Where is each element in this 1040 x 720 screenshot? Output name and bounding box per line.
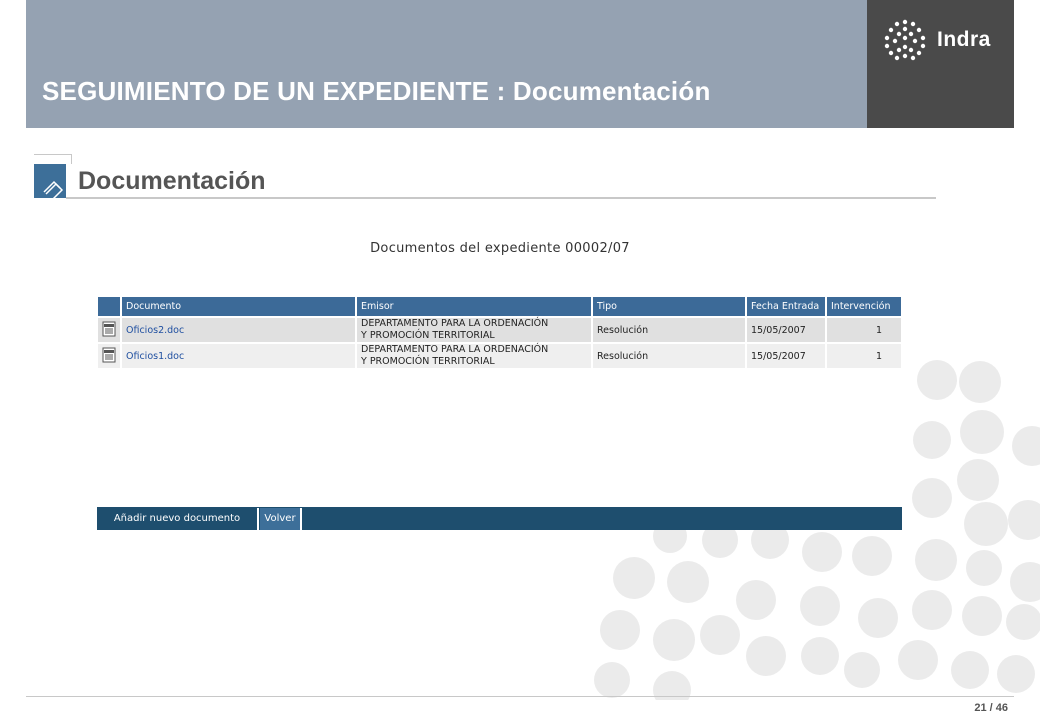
emisor-line: DEPARTAMENTO PARA LA ORDENACIÓN (361, 344, 549, 355)
diamond-icon (43, 180, 64, 201)
decorative-dots (594, 360, 1040, 700)
logo: Indra (867, 0, 1014, 128)
column-header-documento[interactable]: Documento (122, 297, 355, 318)
emisor-line: Y PROMOCIÓN TERRITORIAL (361, 356, 495, 367)
documento-cell[interactable]: Oficios2.doc (122, 318, 355, 344)
table-header-row: Documento Emisor Tipo Fecha Entrada Inte… (98, 297, 901, 318)
footer-divider (26, 696, 1014, 697)
tipo-cell: Resolución (593, 318, 745, 344)
emisor-cell: DEPARTAMENTO PARA LA ORDENACIÓN Y PROMOC… (357, 318, 591, 344)
section-title: Documentación (78, 167, 266, 195)
column-header-tipo[interactable]: Tipo (593, 297, 745, 318)
column-header-fecha-entrada[interactable]: Fecha Entrada (747, 297, 825, 318)
document-link[interactable]: Oficios1.doc (126, 351, 184, 362)
indra-logo-icon (884, 19, 926, 61)
document-icon[interactable] (102, 347, 116, 363)
emisor-cell: DEPARTAMENTO PARA LA ORDENACIÓN Y PROMOC… (357, 344, 591, 370)
column-header-intervencion[interactable]: Intervención (827, 297, 901, 318)
emisor-line: DEPARTAMENTO PARA LA ORDENACIÓN (361, 318, 549, 329)
document-icon-cell[interactable] (98, 344, 120, 370)
intervencion-cell: 1 (827, 318, 901, 344)
action-bar: Añadir nuevo documento Volver (97, 507, 902, 530)
emisor-line: Y PROMOCIÓN TERRITORIAL (361, 330, 495, 341)
section-icon (34, 164, 66, 201)
header-band (26, 0, 867, 128)
back-button[interactable]: Volver (260, 508, 302, 530)
documento-cell[interactable]: Oficios1.doc (122, 344, 355, 370)
page-title: SEGUIMIENTO DE UN EXPEDIENTE : Documenta… (42, 76, 711, 106)
table-row: Oficios2.doc DEPARTAMENTO PARA LA ORDENA… (98, 318, 901, 344)
table-caption: Documentos del expediente 00002/07 (370, 241, 630, 256)
add-document-button[interactable]: Añadir nuevo documento (97, 508, 259, 530)
document-link[interactable]: Oficios2.doc (126, 325, 184, 336)
column-header-icon (98, 297, 120, 318)
document-icon[interactable] (102, 321, 116, 337)
page-number: 21 / 46 (974, 702, 1008, 714)
column-header-emisor[interactable]: Emisor (357, 297, 591, 318)
section-icon-frame (34, 154, 72, 164)
section-divider (66, 197, 936, 199)
document-icon-cell[interactable] (98, 318, 120, 344)
logo-text: Indra (937, 28, 991, 51)
fecha-cell: 15/05/2007 (747, 318, 825, 344)
